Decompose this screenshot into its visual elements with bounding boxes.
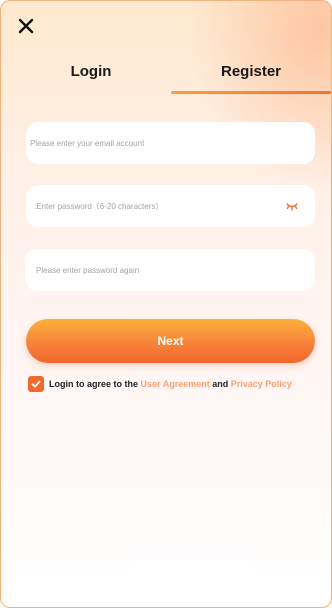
user-agreement-link[interactable]: User Agreement (141, 379, 210, 389)
email-field-container (26, 122, 315, 164)
agreement-conjunction: and (212, 379, 229, 389)
privacy-policy-link[interactable]: Privacy Policy (231, 379, 292, 389)
tab-register[interactable]: Register (171, 59, 331, 93)
next-button[interactable]: Next (26, 319, 315, 363)
tab-login[interactable]: Login (41, 59, 141, 93)
agreement-text: Login to agree to the User Agreement and… (49, 379, 292, 389)
confirm-password-field-container (25, 249, 315, 291)
password-input[interactable] (34, 201, 285, 211)
password-visibility-toggle[interactable] (286, 201, 298, 211)
email-input[interactable] (30, 138, 285, 148)
active-tab-indicator (171, 91, 331, 94)
password-field-container (26, 185, 315, 227)
confirm-password-input[interactable] (36, 265, 285, 275)
close-icon (18, 18, 34, 34)
register-screen: Login Register Next Login to agree to th… (0, 0, 332, 608)
auth-tabs: Login Register (1, 59, 331, 94)
eye-closed-icon (286, 203, 298, 211)
agreement-checkbox[interactable] (28, 376, 44, 392)
agreement-prefix: Login to agree to the (49, 379, 138, 389)
checkmark-icon (31, 380, 41, 388)
agreement-row: Login to agree to the User Agreement and… (28, 375, 292, 393)
close-button[interactable] (13, 13, 39, 39)
